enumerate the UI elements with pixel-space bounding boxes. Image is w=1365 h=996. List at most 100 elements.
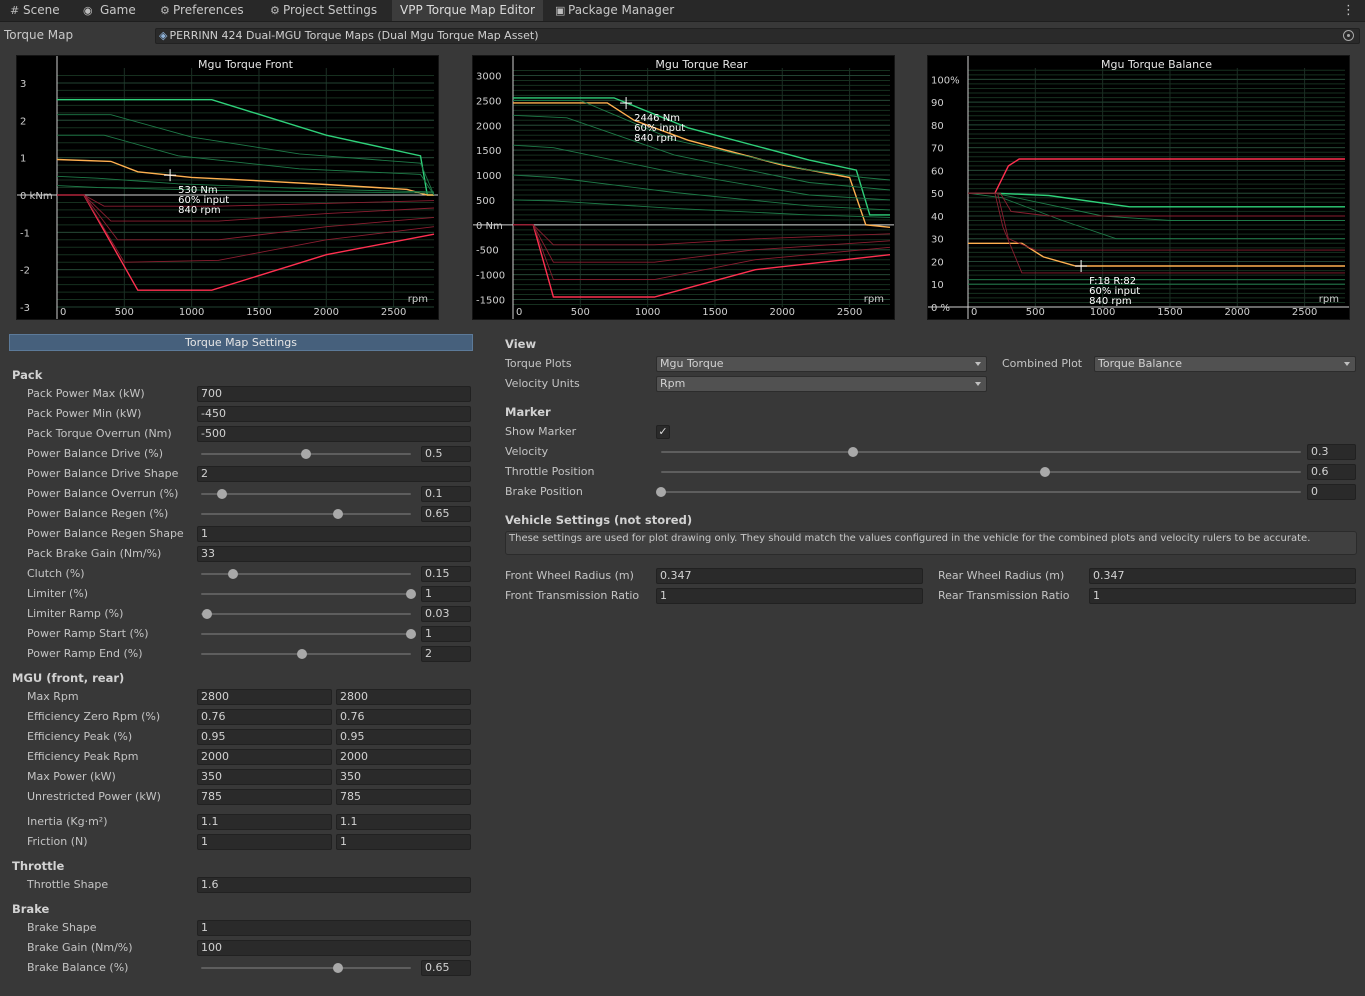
setting-input[interactable]: 2	[197, 466, 471, 482]
setting-slider-value[interactable]: 1	[421, 586, 471, 602]
setting-input-front[interactable]: 1	[197, 834, 332, 850]
setting-slider-value[interactable]: 0.65	[421, 506, 471, 522]
setting-input[interactable]: 1	[197, 920, 471, 936]
setting-label: Throttle Shape	[27, 878, 109, 891]
setting-input-rear[interactable]: 0.76	[336, 709, 471, 725]
setting-slider-value[interactable]: 0.5	[421, 446, 471, 462]
setting-input[interactable]: 1	[197, 526, 471, 542]
setting-input-front[interactable]: 785	[197, 789, 332, 805]
tab-game[interactable]: ◉ Game	[75, 0, 144, 21]
setting-slider-value[interactable]: 2	[421, 646, 471, 662]
torque-map-settings-header[interactable]: Torque Map Settings	[9, 334, 473, 351]
setting-slider-track[interactable]	[201, 493, 411, 495]
setting-input-front[interactable]: 2000	[197, 749, 332, 765]
chart-title: Mgu Torque Rear	[655, 58, 748, 71]
front-wheel-radius-label: Front Wheel Radius (m)	[505, 569, 634, 582]
setting-slider-handle[interactable]	[296, 649, 307, 659]
show-marker-checkbox[interactable]: ✓	[656, 425, 670, 439]
setting-slider-value[interactable]: 0.65	[421, 960, 471, 976]
setting-input-front[interactable]: 1.1	[197, 814, 332, 830]
chevron-down-icon	[975, 382, 981, 386]
brake-value-field[interactable]: 0	[1307, 484, 1356, 500]
velocity-value-field[interactable]: 0.3	[1307, 444, 1356, 460]
setting-slider-value[interactable]: 0.15	[421, 566, 471, 582]
y-tick-label: 0 %	[931, 303, 950, 314]
setting-slider-handle[interactable]	[406, 589, 416, 599]
tab-preferences[interactable]: ⚙ Preferences	[152, 0, 252, 21]
setting-slider-handle[interactable]	[301, 449, 311, 459]
setting-input-front[interactable]: 2800	[197, 689, 332, 705]
tab-vpp-torque-map-editor[interactable]: VPP Torque Map Editor	[392, 0, 543, 21]
front-transmission-ratio-field[interactable]: 1	[656, 588, 923, 604]
rear-transmission-ratio-field[interactable]: 1	[1089, 588, 1356, 604]
setting-label: Friction (N)	[27, 835, 88, 848]
setting-input[interactable]: -450	[197, 406, 471, 422]
setting-slider-handle[interactable]	[217, 489, 227, 499]
brake-slider-track[interactable]	[661, 491, 1301, 493]
setting-label: Power Balance Drive (%)	[27, 447, 163, 460]
throttle-value-field[interactable]: 0.6	[1307, 464, 1356, 480]
setting-input-rear[interactable]: 350	[336, 769, 471, 785]
tab-bar: # Scene ◉ Game ⚙ Preferences ⚙ Project Setti…	[0, 0, 1365, 22]
setting-input-front[interactable]: 350	[197, 769, 332, 785]
torque-map-asset-field[interactable]: ◈ PERRINN 424 Dual-MGU Torque Maps (Dual …	[155, 28, 1360, 44]
setting-input-rear[interactable]: 785	[336, 789, 471, 805]
setting-slider-track[interactable]	[201, 967, 411, 969]
show-marker-label: Show Marker	[505, 425, 577, 438]
setting-slider-track[interactable]	[201, 593, 411, 595]
velocity-slider-handle[interactable]	[848, 447, 858, 457]
marker-label: 840 rpm	[178, 205, 220, 216]
setting-slider-handle[interactable]	[406, 629, 416, 639]
setting-input-rear[interactable]: 1	[336, 834, 471, 850]
x-tick-label: 2500	[381, 307, 406, 318]
y-tick-label: 3000	[476, 71, 501, 82]
x-unit-label: rpm	[864, 294, 884, 305]
velocity-slider-track[interactable]	[661, 451, 1301, 453]
torque-plots-dropdown[interactable]: Mgu Torque	[656, 356, 987, 372]
setting-slider-track[interactable]	[201, 513, 411, 515]
setting-input-front[interactable]: 0.76	[197, 709, 332, 725]
setting-input[interactable]: 100	[197, 940, 471, 956]
setting-input-rear[interactable]: 2000	[336, 749, 471, 765]
setting-slider-value[interactable]: 0.1	[421, 486, 471, 502]
setting-input-rear[interactable]: 2800	[336, 689, 471, 705]
throttle-slider-track[interactable]	[661, 471, 1301, 473]
view-section-title: View	[505, 337, 537, 351]
setting-slider-handle[interactable]	[332, 963, 343, 973]
setting-slider-track[interactable]	[201, 613, 411, 615]
setting-label: Inertia (Kg·m²)	[27, 815, 108, 828]
section-title: MGU (front, rear)	[12, 671, 125, 685]
tab-package-manager[interactable]: ▣ Package Manager	[547, 0, 682, 21]
marker-label: 840 rpm	[634, 133, 676, 144]
brake-slider-handle[interactable]	[656, 487, 666, 497]
setting-slider-track[interactable]	[201, 633, 411, 635]
setting-input-rear[interactable]: 1.1	[336, 814, 471, 830]
y-tick-label: 80	[931, 121, 944, 132]
object-picker-icon[interactable]	[1343, 30, 1354, 41]
y-tick-label: 20	[931, 257, 944, 268]
series-line	[968, 192, 1345, 217]
setting-input[interactable]: 700	[197, 386, 471, 402]
throttle-slider-handle[interactable]	[1040, 467, 1050, 477]
tab-scene[interactable]: # Scene	[2, 0, 68, 21]
front-wheel-radius-field[interactable]: 0.347	[656, 568, 923, 584]
setting-slider-handle[interactable]	[332, 509, 343, 519]
setting-slider-handle[interactable]	[202, 609, 213, 619]
velocity-units-dropdown[interactable]: Rpm	[656, 376, 987, 392]
setting-slider-handle[interactable]	[227, 569, 238, 579]
setting-slider-value[interactable]: 1	[421, 626, 471, 642]
tab-project-settings[interactable]: ⚙ Project Settings	[262, 0, 385, 21]
brake-position-label: Brake Position	[505, 485, 583, 498]
setting-input[interactable]: 1.6	[197, 877, 471, 893]
setting-input[interactable]: 33	[197, 546, 471, 562]
setting-slider-value[interactable]: 0.03	[421, 606, 471, 622]
setting-input-front[interactable]: 0.95	[197, 729, 332, 745]
more-options-icon[interactable]: ⋮	[1342, 0, 1355, 21]
setting-input[interactable]: -500	[197, 426, 471, 442]
combined-plot-dropdown[interactable]: Torque Balance	[1094, 356, 1356, 372]
setting-label: Efficiency Zero Rpm (%)	[27, 710, 161, 723]
x-tick-label: 2000	[1225, 307, 1250, 318]
y-tick-label: -2	[20, 266, 30, 277]
rear-wheel-radius-field[interactable]: 0.347	[1089, 568, 1356, 584]
setting-input-rear[interactable]: 0.95	[336, 729, 471, 745]
